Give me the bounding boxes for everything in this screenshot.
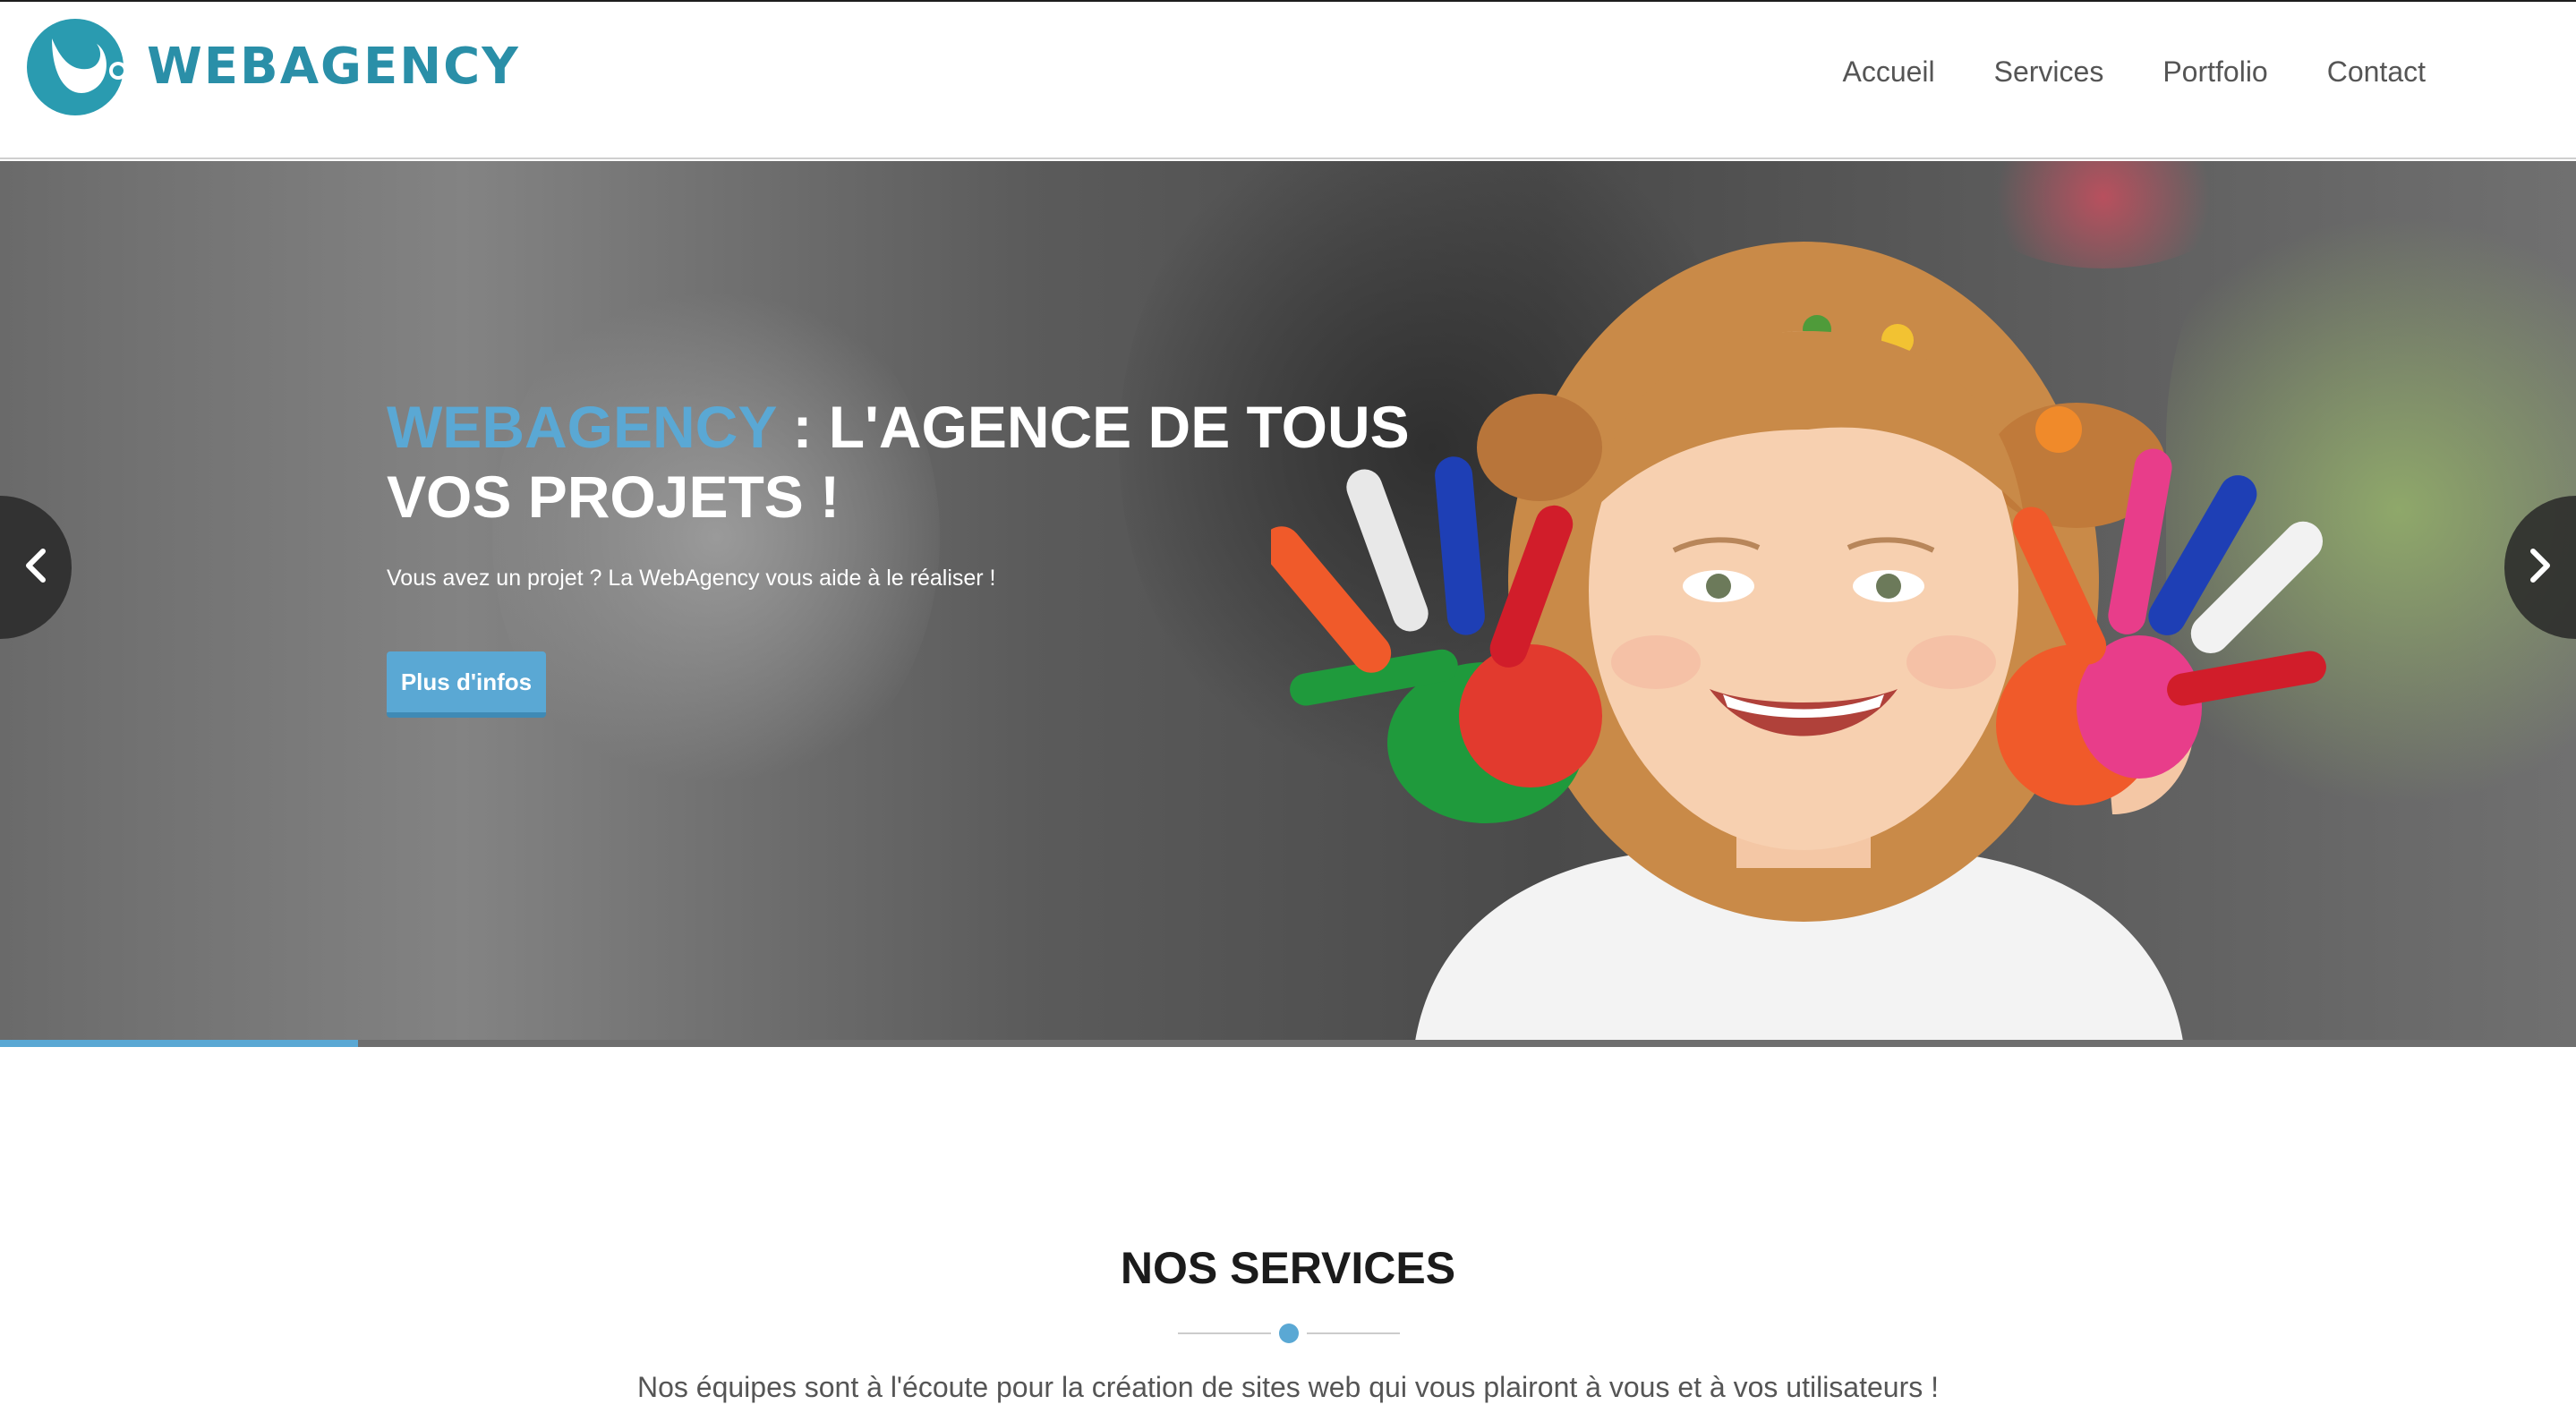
chevron-left-icon [21,548,50,588]
site-header: WEBAGENCY Accueil Services Portfolio Con… [0,0,2576,159]
slider-prev-button[interactable] [0,496,72,639]
chevron-right-icon [2526,548,2555,588]
nav-item-portfolio[interactable]: Portfolio [2162,55,2267,89]
hero-background-light [492,268,940,805]
slider-progress-fill [0,1040,359,1047]
more-info-button[interactable]: Plus d'infos [387,651,546,718]
section-divider [1178,1324,1400,1343]
hero-slider: WEBAGENCY : L'AGENCE DE TOUS VOS PROJETS… [0,161,2576,1047]
logo[interactable]: WEBAGENCY [25,14,520,118]
nav-item-services[interactable]: Services [1994,55,2104,89]
slider-progress-bar [0,1040,2576,1047]
services-description: Nos équipes sont à l'écoute pour la créa… [636,1371,1940,1403]
hero-title-accent: WEBAGENCY [387,394,777,460]
hero-subtitle: Vous avez un projet ? La WebAgency vous … [387,566,996,591]
hero-title: WEBAGENCY : L'AGENCE DE TOUS VOS PROJETS… [387,392,1550,532]
logo-text: WEBAGENCY [147,37,520,96]
hero-image-child [1271,242,2326,1047]
logo-icon [25,13,131,119]
nav-item-contact[interactable]: Contact [2327,55,2426,89]
main-nav: Accueil Services Portfolio Contact [1783,55,2426,89]
services-title: NOS SERVICES [1120,1243,1456,1293]
nav-item-accueil[interactable]: Accueil [1842,55,1934,89]
